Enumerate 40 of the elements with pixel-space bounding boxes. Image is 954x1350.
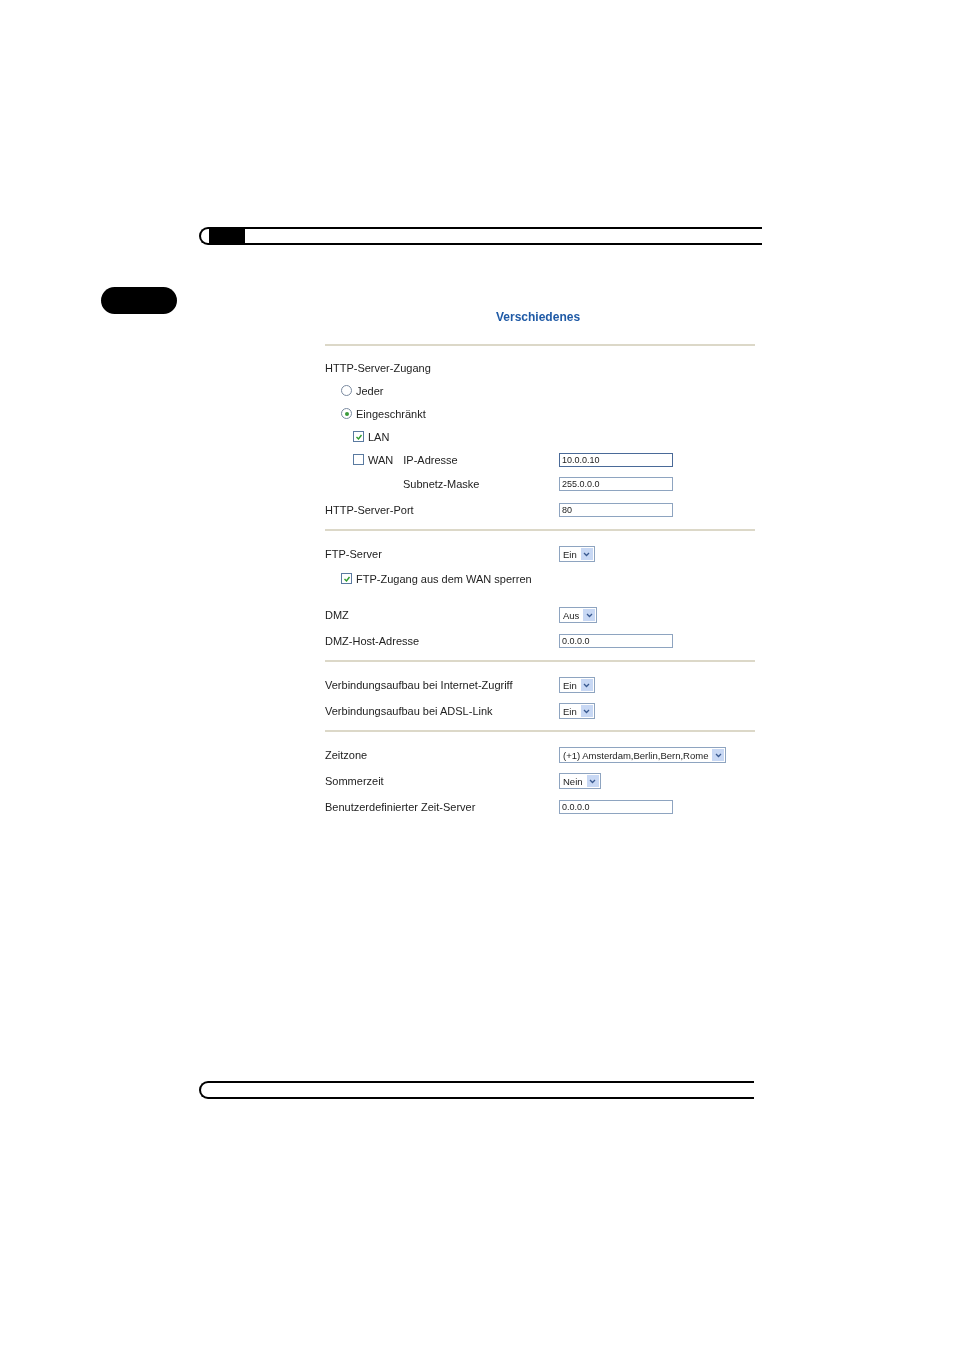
dropdown[interactable]: Nein (559, 773, 601, 789)
field-label: FTP-Server (325, 548, 382, 560)
field-label: Zeitzone (325, 749, 368, 761)
field-label: Verbindungsaufbau bei ADSL-Link (325, 705, 493, 717)
dropdown[interactable]: Aus (559, 607, 598, 623)
dropdown[interactable]: (+1) Amsterdam,Berlin,Bern,Rome (559, 747, 727, 763)
page-title: Verschiedenes (496, 310, 581, 324)
radio-button[interactable] (341, 385, 352, 396)
checkbox-label: WAN (368, 453, 394, 466)
checkbox-label: FTP-Zugang aus dem WAN sperren (356, 572, 532, 585)
chevron-down-icon (580, 679, 593, 691)
field-label: IP-Adresse (403, 453, 458, 466)
dropdown[interactable]: Ein (559, 677, 595, 693)
field-label: Verbindungsaufbau bei Internet-Zugriff (325, 679, 513, 691)
chevron-down-icon (580, 548, 593, 560)
checkbox[interactable] (341, 573, 352, 584)
text-field[interactable]: 0.0.0.0 (559, 800, 673, 814)
checkbox[interactable] (353, 454, 364, 465)
checkbox-label: LAN (368, 430, 390, 443)
field-label: Benutzerdefinierter Zeit-Server (325, 801, 476, 813)
checkbox[interactable] (353, 431, 364, 442)
radio-label: Jeder (356, 384, 384, 397)
radio-label: Eingeschränkt (356, 407, 426, 420)
field-label: Subnetz-Maske (403, 478, 480, 490)
field-label: DMZ (325, 609, 349, 621)
field-label: HTTP-Server-Port (325, 504, 414, 516)
section-label: HTTP-Server-Zugang (325, 361, 431, 374)
chevron-down-icon (586, 775, 599, 787)
dropdown[interactable]: Ein (559, 546, 595, 562)
radio-button[interactable] (341, 408, 352, 419)
text-field[interactable]: 80 (559, 503, 673, 517)
dropdown[interactable]: Ein (559, 703, 595, 719)
chevron-down-icon (712, 749, 725, 761)
chevron-down-icon (580, 705, 593, 717)
field-label: Sommerzeit (325, 775, 384, 787)
text-field[interactable]: 0.0.0.0 (559, 634, 673, 648)
text-field[interactable]: 255.0.0.0 (559, 477, 673, 491)
text-field[interactable]: 10.0.0.10 (559, 452, 673, 467)
field-label: DMZ-Host-Adresse (325, 635, 420, 647)
chevron-down-icon (583, 609, 596, 621)
